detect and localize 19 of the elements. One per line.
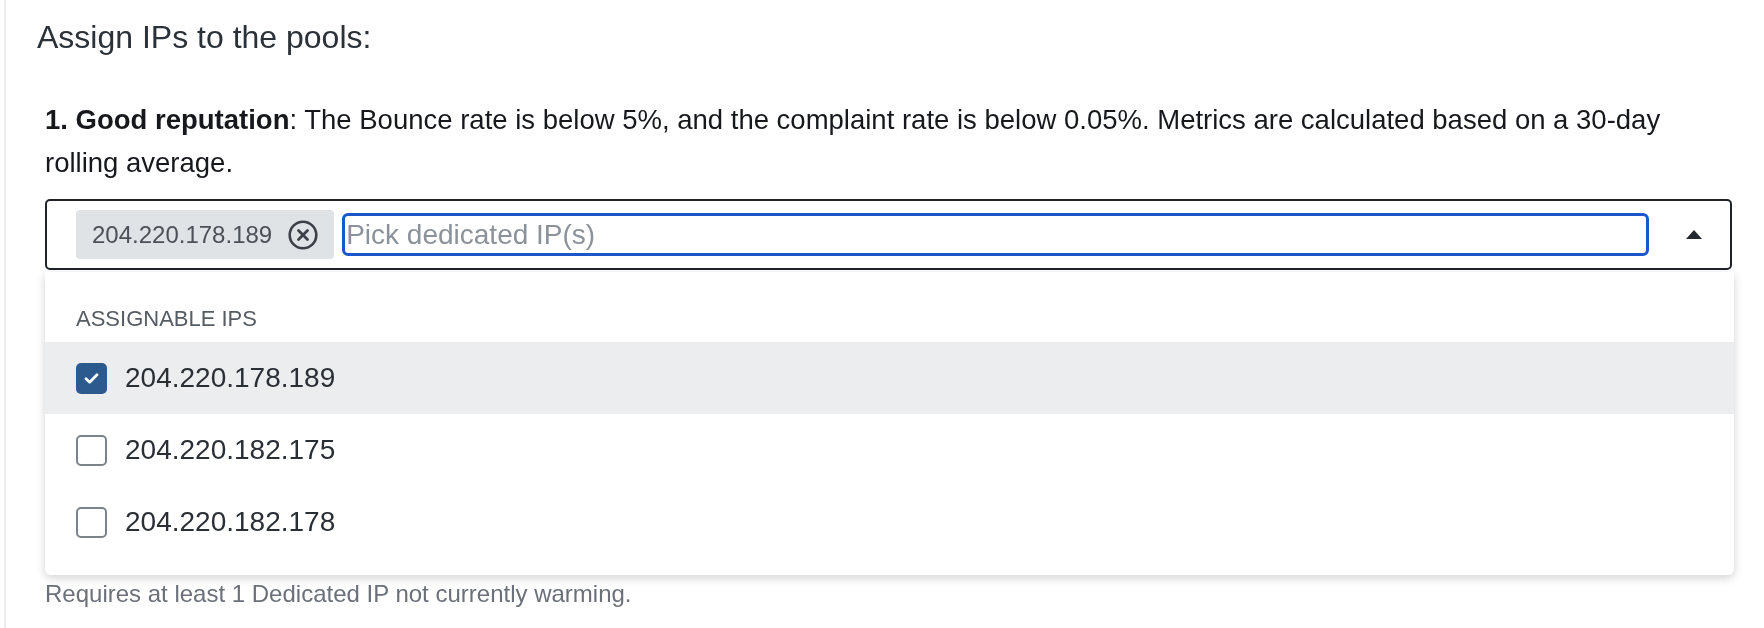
- section-title: Assign IPs to the pools:: [37, 18, 372, 57]
- dropdown-option[interactable]: 204.220.178.189: [45, 342, 1734, 414]
- checkbox[interactable]: [76, 362, 107, 394]
- dropdown-option[interactable]: 204.220.182.175: [45, 414, 1734, 486]
- option-label: 204.220.182.178: [125, 505, 336, 539]
- checkbox[interactable]: [76, 506, 107, 538]
- checkbox[interactable]: [76, 434, 107, 466]
- tag-label: 204.220.178.189: [92, 219, 273, 250]
- dropdown-option[interactable]: 204.220.182.178: [45, 486, 1734, 558]
- option-label: 204.220.178.189: [125, 361, 336, 395]
- remove-icon[interactable]: [288, 219, 319, 250]
- option-label: 204.220.182.175: [125, 433, 336, 467]
- pool-description: 1. Good reputation: The Bounce rate is below 5%, and the complaint rate is below 0.05%. Metrics are calculated based on a 30-day rolling average.: [45, 103, 1662, 180]
- menu-heading: ASSIGNABLE IPS: [76, 307, 257, 331]
- search-field[interactable]: Pick dedicated IP(s): [342, 213, 1649, 256]
- check-icon: [84, 372, 99, 384]
- helper-text: Requires at least 1 Dedicated IP not currently warming.: [45, 579, 632, 609]
- ip-select[interactable]: 204.220.178.189 Pick dedicated IP(s): [45, 199, 1732, 270]
- caret-up-icon[interactable]: [1685, 230, 1702, 239]
